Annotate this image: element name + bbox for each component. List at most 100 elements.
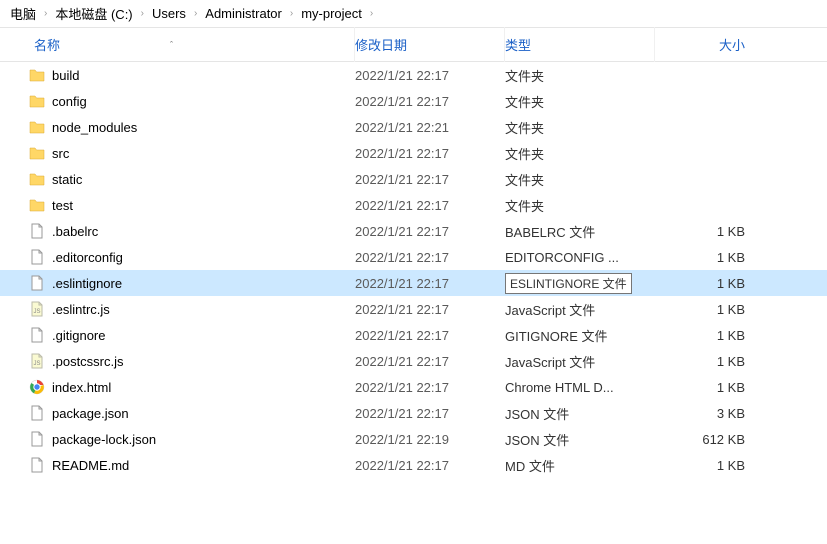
- file-name-cell: .eslintignore: [0, 274, 355, 292]
- file-type: ESLINTIGNORE 文件: [505, 273, 655, 294]
- breadcrumb-item[interactable]: 本地磁盘 (C:): [51, 2, 136, 25]
- file-row[interactable]: index.html2022/1/21 22:17Chrome HTML D..…: [0, 374, 827, 400]
- js-icon: [28, 352, 46, 370]
- breadcrumb-item[interactable]: my-project: [297, 4, 366, 23]
- file-row[interactable]: package.json2022/1/21 22:17JSON 文件3 KB: [0, 400, 827, 426]
- file-name-cell: config: [0, 92, 355, 110]
- file-name: package-lock.json: [52, 432, 156, 447]
- js-icon: [28, 300, 46, 318]
- file-date: 2022/1/21 22:17: [355, 224, 505, 239]
- file-type: 文件夹: [505, 170, 655, 189]
- file-row[interactable]: .postcssrc.js2022/1/21 22:17JavaScript 文…: [0, 348, 827, 374]
- file-date: 2022/1/21 22:17: [355, 250, 505, 265]
- column-header-size[interactable]: 大小: [655, 27, 775, 62]
- chevron-right-icon: ›: [190, 8, 201, 19]
- file-name: .editorconfig: [52, 250, 123, 265]
- file-date: 2022/1/21 22:17: [355, 172, 505, 187]
- file-icon: [28, 404, 46, 422]
- file-row[interactable]: .babelrc2022/1/21 22:17BABELRC 文件1 KB: [0, 218, 827, 244]
- file-row[interactable]: package-lock.json2022/1/21 22:19JSON 文件6…: [0, 426, 827, 452]
- file-row[interactable]: src2022/1/21 22:17文件夹: [0, 140, 827, 166]
- file-name-cell: static: [0, 170, 355, 188]
- file-date: 2022/1/21 22:17: [355, 354, 505, 369]
- file-size: 1 KB: [655, 380, 775, 395]
- file-date: 2022/1/21 22:17: [355, 380, 505, 395]
- file-size: 612 KB: [655, 432, 775, 447]
- file-type: 文件夹: [505, 196, 655, 215]
- column-header-date[interactable]: 修改日期: [355, 27, 505, 62]
- file-name: .postcssrc.js: [52, 354, 124, 369]
- file-name: build: [52, 68, 79, 83]
- file-row[interactable]: README.md 2022/1/21 22:17MD 文件1 KB: [0, 452, 827, 478]
- file-name-cell: package-lock.json: [0, 430, 355, 448]
- folder-icon: [28, 196, 46, 214]
- file-row[interactable]: .eslintignore 2022/1/21 22:17ESLINTIGNORE…: [0, 270, 827, 296]
- type-tooltip: ESLINTIGNORE 文件: [505, 273, 632, 294]
- file-date: 2022/1/21 22:17: [355, 198, 505, 213]
- file-row[interactable]: .editorconfig2022/1/21 22:17EDITORCONFIG…: [0, 244, 827, 270]
- file-name-cell: .editorconfig: [0, 248, 355, 266]
- file-date: 2022/1/21 22:17: [355, 458, 505, 473]
- file-type: 文件夹: [505, 118, 655, 137]
- file-name-cell: test: [0, 196, 355, 214]
- folder-icon: [28, 118, 46, 136]
- file-name: static: [52, 172, 82, 187]
- file-icon: [28, 456, 46, 474]
- file-name: .eslintignore: [52, 276, 122, 291]
- file-size: 1 KB: [655, 224, 775, 239]
- chevron-right-icon: ›: [137, 8, 148, 19]
- file-name-cell: node_modules: [0, 118, 355, 136]
- breadcrumb-label: 电脑: [10, 4, 36, 23]
- breadcrumb-label: Users: [152, 6, 186, 21]
- file-icon: [28, 430, 46, 448]
- file-name: .babelrc: [52, 224, 98, 239]
- breadcrumb-item[interactable]: Users: [148, 4, 190, 23]
- file-name: index.html: [52, 380, 111, 395]
- column-label: 类型: [505, 38, 531, 53]
- file-date: 2022/1/21 22:17: [355, 328, 505, 343]
- file-name: config: [52, 94, 87, 109]
- file-name-cell: .eslintrc.js: [0, 300, 355, 318]
- column-header-type[interactable]: 类型: [505, 27, 655, 62]
- file-type: GITIGNORE 文件: [505, 326, 655, 345]
- file-row[interactable]: .eslintrc.js2022/1/21 22:17JavaScript 文件…: [0, 296, 827, 322]
- file-name: package.json: [52, 406, 129, 421]
- file-row[interactable]: build2022/1/21 22:17文件夹: [0, 62, 827, 88]
- chrome-icon: [28, 378, 46, 396]
- column-header-row: 名称 ˆ 修改日期 类型 大小: [0, 28, 827, 62]
- file-type: 文件夹: [505, 66, 655, 85]
- file-date: 2022/1/21 22:17: [355, 276, 505, 291]
- file-type: 文件夹: [505, 92, 655, 111]
- file-name-cell: build: [0, 66, 355, 84]
- file-name: src: [52, 146, 69, 161]
- file-date: 2022/1/21 22:17: [355, 302, 505, 317]
- file-row[interactable]: config2022/1/21 22:17文件夹: [0, 88, 827, 114]
- file-name-cell: .postcssrc.js: [0, 352, 355, 370]
- chevron-right-icon: ›: [40, 8, 51, 19]
- file-row[interactable]: node_modules2022/1/21 22:21文件夹: [0, 114, 827, 140]
- sort-ascending-icon: ˆ: [170, 40, 173, 50]
- file-row[interactable]: test2022/1/21 22:17文件夹: [0, 192, 827, 218]
- file-icon: [28, 222, 46, 240]
- file-size: 1 KB: [655, 302, 775, 317]
- file-icon: [28, 248, 46, 266]
- file-size: 1 KB: [655, 458, 775, 473]
- file-list: build2022/1/21 22:17文件夹config2022/1/21 2…: [0, 62, 827, 478]
- file-type: MD 文件: [505, 456, 655, 475]
- file-size: 1 KB: [655, 328, 775, 343]
- file-row[interactable]: static 2022/1/21 22:17文件夹: [0, 166, 827, 192]
- breadcrumb-item[interactable]: 电脑: [6, 2, 40, 25]
- file-name: README.md: [52, 458, 129, 473]
- breadcrumb-label: my-project: [301, 6, 362, 21]
- file-type: 文件夹: [505, 144, 655, 163]
- file-row[interactable]: .gitignore 2022/1/21 22:17GITIGNORE 文件1 K…: [0, 322, 827, 348]
- file-size: 1 KB: [655, 354, 775, 369]
- folder-icon: [28, 66, 46, 84]
- column-header-name[interactable]: 名称 ˆ: [0, 27, 355, 62]
- file-name-cell: src: [0, 144, 355, 162]
- file-date: 2022/1/21 22:19: [355, 432, 505, 447]
- breadcrumb-item[interactable]: Administrator: [201, 4, 286, 23]
- column-label: 大小: [719, 38, 745, 53]
- breadcrumb[interactable]: 电脑 › 本地磁盘 (C:) › Users › Administrator ›…: [0, 0, 827, 28]
- file-name: .gitignore: [52, 328, 105, 343]
